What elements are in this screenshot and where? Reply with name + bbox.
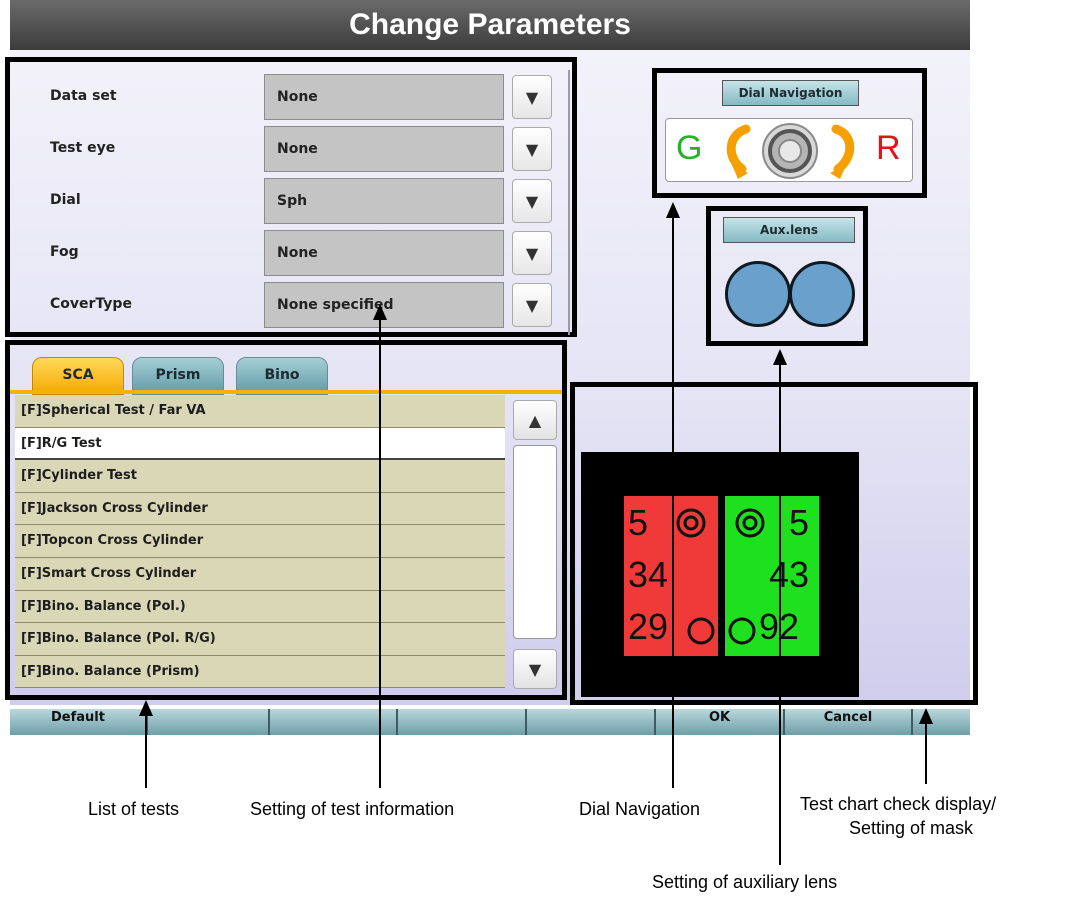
data-set-dropdown-button[interactable]: ▼ bbox=[512, 75, 552, 119]
list-item[interactable]: [F]Cylinder Test bbox=[15, 460, 505, 493]
dial-navigation-body: G R bbox=[665, 118, 913, 182]
aux-lens-panel: Aux.lens bbox=[706, 206, 868, 346]
list-item[interactable]: [F]Bino. Balance (Pol. R/G) bbox=[15, 623, 505, 656]
setting-row-test-eye: Test eye None ▼ bbox=[30, 124, 552, 174]
list-item[interactable]: [F]Smart Cross Cylinder bbox=[15, 557, 505, 591]
left-aux-lens-icon[interactable] bbox=[725, 261, 791, 327]
chart-green-row1: 5 bbox=[789, 502, 810, 543]
list-item-selected[interactable]: [F]R/G Test bbox=[15, 427, 505, 461]
setting-row-cover-type: CoverType None specified ▼ bbox=[30, 280, 552, 330]
bottom-button-2[interactable] bbox=[148, 709, 270, 735]
dial-right-label: R bbox=[876, 129, 901, 167]
bottom-button-4[interactable] bbox=[398, 709, 527, 735]
callout-test-info: Setting of test information bbox=[250, 799, 455, 819]
chart-red-row1: 5 bbox=[628, 502, 649, 543]
test-eye-dropdown-button[interactable]: ▼ bbox=[512, 127, 552, 171]
fog-field[interactable]: None bbox=[264, 230, 504, 276]
arrowhead-aux-lens bbox=[773, 349, 787, 365]
setting-label: Fog bbox=[50, 244, 79, 260]
leader-aux-lens bbox=[779, 361, 781, 865]
bottom-button-5[interactable] bbox=[527, 709, 656, 735]
test-info-settings-panel: Data set None ▼ Test eye None ▼ Dial Sph… bbox=[5, 57, 577, 337]
default-button[interactable]: Default bbox=[10, 709, 148, 735]
green-half: 5 43 92 bbox=[725, 496, 819, 656]
settings-form: Data set None ▼ Test eye None ▼ Dial Sph… bbox=[30, 70, 570, 335]
arrowhead-test-chart bbox=[919, 708, 933, 724]
setting-label: Dial bbox=[50, 192, 81, 208]
dial-field[interactable]: Sph bbox=[264, 178, 504, 224]
test-chart-display[interactable]: 5 34 29 5 43 92 bbox=[570, 382, 978, 705]
list-item[interactable]: [F]Jackson Cross Cylinder bbox=[15, 492, 505, 526]
tab-underline bbox=[10, 390, 562, 394]
red-half: 5 34 29 bbox=[624, 496, 718, 656]
list-item[interactable]: [F]Topcon Cross Cylinder bbox=[15, 525, 505, 558]
scroll-down-button[interactable]: ▼ bbox=[513, 649, 557, 689]
dial-dropdown-button[interactable]: ▼ bbox=[512, 179, 552, 223]
setting-label: Test eye bbox=[50, 140, 116, 156]
setting-row-fog: Fog None ▼ bbox=[30, 228, 552, 278]
dial-navigation-title[interactable]: Dial Navigation bbox=[722, 80, 859, 106]
list-item[interactable]: [F]Bino. Balance (Pol.) bbox=[15, 590, 505, 624]
ring-icon bbox=[728, 617, 756, 645]
window-title: Change Parameters bbox=[10, 0, 970, 50]
cancel-button[interactable]: Cancel bbox=[785, 709, 913, 735]
callout-dial-navigation: Dial Navigation bbox=[579, 799, 701, 819]
dial-navigation-panel: Dial Navigation G R bbox=[652, 68, 927, 198]
scrollbar-track[interactable] bbox=[513, 445, 557, 639]
test-list-panel: SCA Prism Bino [F]Spherical Test / Far V… bbox=[5, 340, 567, 700]
test-list: [F]Spherical Test / Far VA [F]R/G Test [… bbox=[15, 395, 505, 690]
callout-list-of-tests: List of tests bbox=[88, 799, 180, 819]
fog-dropdown-button[interactable]: ▼ bbox=[512, 231, 552, 275]
setting-row-data-set: Data set None ▼ bbox=[30, 72, 552, 122]
dial-left-label: G bbox=[676, 129, 703, 167]
ok-button[interactable]: OK bbox=[656, 709, 785, 735]
leader-dial-navigation bbox=[672, 214, 674, 788]
arrowhead-test-info bbox=[373, 304, 387, 320]
test-eye-field[interactable]: None bbox=[264, 126, 504, 172]
leader-list-of-tests bbox=[145, 712, 147, 788]
list-item[interactable]: [F]Spherical Test / Far VA bbox=[15, 395, 505, 428]
right-aux-lens-icon[interactable] bbox=[789, 261, 855, 327]
leader-test-chart bbox=[925, 720, 927, 784]
setting-label: Data set bbox=[50, 88, 117, 104]
arrowhead-dial-navigation bbox=[666, 202, 680, 218]
list-item[interactable]: [F]Bino. Balance (Prism) bbox=[15, 655, 505, 689]
ring-target-icon bbox=[676, 508, 706, 538]
callout-aux-lens: Setting of auxiliary lens bbox=[652, 872, 838, 892]
chart-red-row3: 29 bbox=[628, 606, 669, 647]
chart-green-row2: 43 bbox=[769, 554, 810, 595]
chart-background: 5 34 29 5 43 92 bbox=[581, 452, 859, 697]
aux-lens-title[interactable]: Aux.lens bbox=[723, 217, 855, 243]
callout-test-chart-line1: Test chart check display/ bbox=[800, 794, 997, 814]
callout-test-chart-line2: Setting of mask bbox=[849, 818, 974, 838]
arrowhead-list-of-tests bbox=[139, 700, 153, 716]
bottom-button-bar: Default OK Cancel bbox=[10, 709, 970, 735]
setting-row-dial: Dial Sph ▼ bbox=[30, 176, 552, 226]
dial-knob-icon bbox=[726, 123, 855, 179]
data-set-field[interactable]: None bbox=[264, 74, 504, 120]
ring-target-icon bbox=[735, 508, 765, 538]
ring-icon bbox=[687, 617, 715, 645]
chart-red-row2: 34 bbox=[628, 554, 669, 595]
cover-type-dropdown-button[interactable]: ▼ bbox=[512, 283, 552, 327]
leader-test-info bbox=[379, 316, 381, 788]
setting-label: CoverType bbox=[50, 296, 132, 312]
scroll-up-button[interactable]: ▲ bbox=[513, 400, 557, 440]
